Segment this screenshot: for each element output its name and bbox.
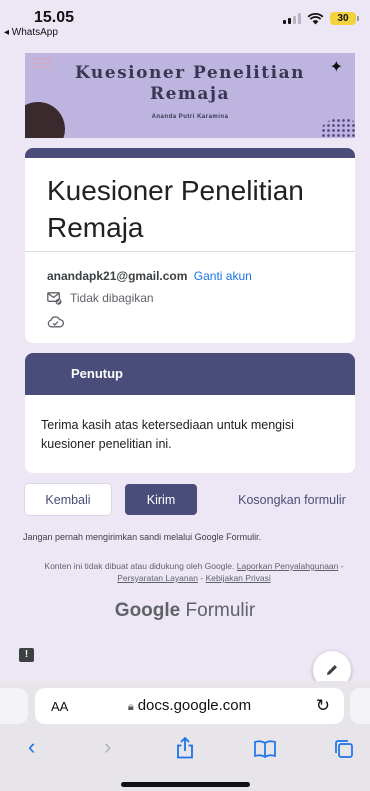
battery-icon: 30: [330, 12, 359, 25]
banner-decoration: [321, 118, 355, 138]
banner-subtitle: Ananda Putri Karamina: [151, 114, 229, 120]
clear-form-button[interactable]: Kosongkan formulir: [225, 484, 359, 515]
footer-disclaimer: Konten ini tidak dibuat atau didukung ol…: [44, 560, 344, 584]
share-icon[interactable]: [176, 737, 194, 759]
report-abuse-link[interactable]: Laporkan Penyalahgunaan: [237, 561, 339, 571]
separator: -: [338, 561, 344, 571]
status-bar: 15.05 ◂ WhatsApp 30: [0, 0, 370, 40]
brand-google: Google: [114, 600, 181, 621]
browser-toolbar: ‹ ›: [0, 733, 370, 763]
divider: [25, 251, 355, 252]
terms-link[interactable]: Persyaratan Layanan: [117, 573, 198, 583]
clock: 15.05: [34, 9, 75, 26]
browser-chrome: AA 🔒︎ docs.google.com ↻ ‹ ›: [0, 681, 370, 791]
password-warning: Jangan pernah mengirimkan sandi melalui …: [23, 532, 262, 542]
lock-icon: 🔒︎: [127, 701, 134, 713]
disclaimer-text: Konten ini tidak dibuat atau didukung ol…: [44, 561, 235, 571]
wifi-icon: [307, 12, 324, 25]
save-status: [47, 315, 65, 333]
reload-icon[interactable]: ↻: [316, 696, 330, 716]
banner-title-line2: Remaja: [149, 84, 231, 104]
previous-tab-peek[interactable]: [0, 688, 28, 724]
share-status: Tidak dibagikan: [47, 291, 154, 305]
home-indicator: [121, 782, 250, 787]
address-bar[interactable]: AA 🔒︎ docs.google.com ↻: [35, 688, 344, 724]
account-email: anandapk21@gmail.com: [47, 269, 188, 283]
switch-account-link[interactable]: Ganti akun: [194, 269, 252, 283]
banner-title-line1: Kuesioner Penelitian: [75, 63, 305, 83]
account-line: anandapk21@gmail.com Ganti akun: [47, 269, 252, 283]
tabs-icon[interactable]: [334, 739, 354, 759]
feedback-icon[interactable]: !: [19, 648, 34, 662]
section-header: Penutup: [25, 353, 355, 395]
back-to-whatsapp[interactable]: ◂ WhatsApp: [4, 27, 58, 38]
edit-pencil-icon: [327, 665, 337, 675]
brand-product: Formulir: [185, 600, 256, 621]
bookmarks-icon[interactable]: [254, 740, 276, 758]
mail-not-shared-icon: [47, 291, 62, 305]
url-display[interactable]: 🔒︎ docs.google.com: [35, 697, 344, 714]
cellular-signal-icon: [283, 13, 301, 24]
url-text: docs.google.com: [137, 697, 252, 714]
form-title-card: Kuesioner Penelitian Remaja anandapk21@g…: [25, 148, 355, 343]
back-button[interactable]: Kembali: [25, 484, 111, 515]
forward-arrow-icon[interactable]: ›: [104, 735, 111, 759]
separator: -: [198, 573, 206, 583]
not-shared-label: Tidak dibagikan: [70, 291, 154, 305]
section-card: Penutup Terima kasih atas ketersediaan u…: [25, 353, 355, 473]
form-title: Kuesioner Penelitian Remaja: [47, 175, 304, 243]
banner-decoration: [25, 102, 65, 138]
back-arrow-icon[interactable]: ‹: [28, 735, 35, 759]
submit-button[interactable]: Kirim: [125, 484, 197, 515]
banner-title: Kuesioner Penelitian Remaja: [25, 63, 355, 105]
privacy-link[interactable]: Kebijakan Privasi: [206, 573, 271, 583]
status-icons: 30: [283, 12, 359, 25]
google-forms-logo[interactable]: Google Formulir: [0, 600, 370, 622]
section-description: Terima kasih atas ketersediaan untuk men…: [41, 418, 294, 451]
next-tab-peek[interactable]: [350, 688, 370, 724]
section-title: Penutup: [71, 366, 123, 381]
cloud-saved-icon: [47, 316, 65, 328]
form-header-banner: ✦ Kuesioner Penelitian Remaja Ananda Put…: [25, 53, 355, 138]
